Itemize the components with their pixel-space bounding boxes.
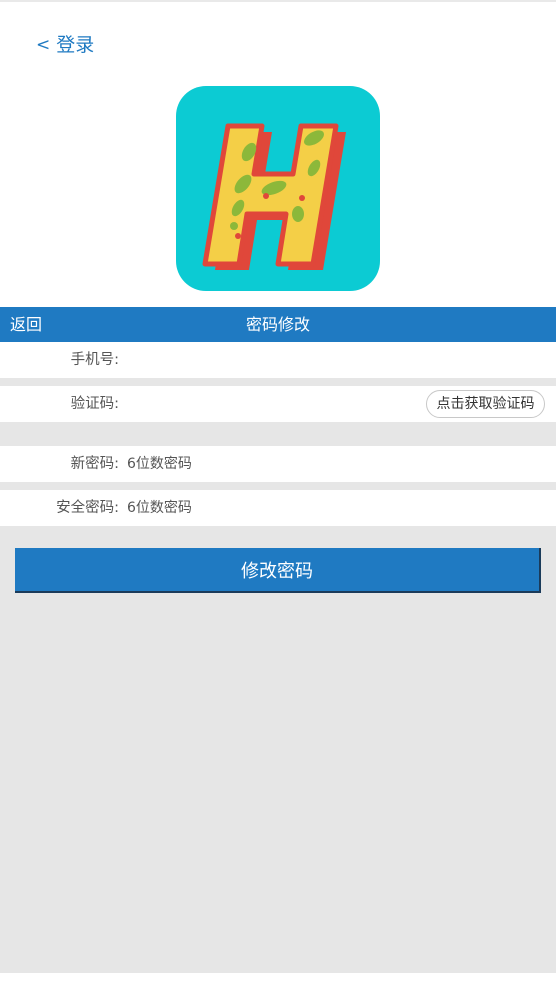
- nav-bar: 返回 密码修改: [0, 307, 556, 342]
- code-label: 验证码:: [70, 396, 119, 412]
- chevron-left-icon: <: [36, 35, 51, 55]
- get-code-button[interactable]: 点击获取验证码: [426, 390, 545, 418]
- safe-password-row: 安全密码:: [0, 490, 556, 526]
- app-logo-h-icon: [176, 86, 380, 291]
- new-password-label: 新密码:: [70, 456, 119, 472]
- top-divider: [0, 0, 556, 2]
- code-input[interactable]: [127, 392, 417, 416]
- code-row: 验证码: 点击获取验证码: [0, 386, 556, 422]
- phone-row: 手机号:: [0, 342, 556, 378]
- safe-password-input[interactable]: [127, 496, 407, 520]
- page-title: 密码修改: [245, 315, 310, 334]
- new-password-input[interactable]: [127, 452, 407, 476]
- back-to-login-link[interactable]: < 登录: [36, 32, 94, 58]
- new-password-row: 新密码:: [0, 446, 556, 482]
- bottom-strip: [0, 973, 556, 995]
- change-password-button[interactable]: 修改密码: [15, 548, 541, 593]
- safe-password-label: 安全密码:: [56, 500, 119, 516]
- phone-input[interactable]: [127, 348, 407, 372]
- form-background: [0, 342, 556, 973]
- phone-label: 手机号:: [70, 352, 119, 368]
- back-to-login-label: 登录: [56, 34, 95, 56]
